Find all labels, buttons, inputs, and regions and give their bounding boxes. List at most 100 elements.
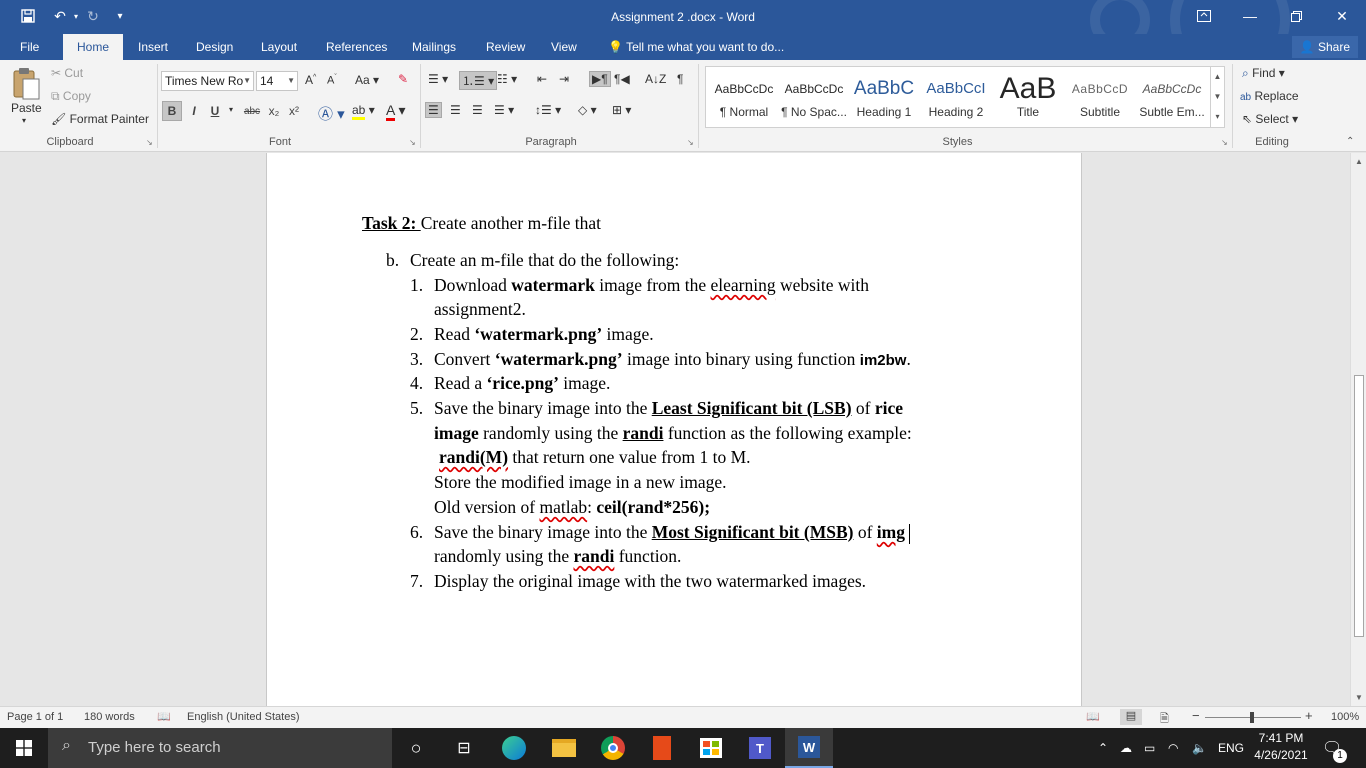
- align-right-icon[interactable]: ☰: [472, 103, 483, 117]
- page-count[interactable]: Page 1 of 1: [7, 711, 63, 723]
- office-icon[interactable]: [638, 728, 686, 768]
- language-indicator[interactable]: ENG: [1218, 728, 1244, 768]
- volume-icon[interactable]: 🔈: [1192, 728, 1207, 768]
- tell-me-box[interactable]: 💡 Tell me what you want to do...: [598, 34, 794, 60]
- clock[interactable]: 7:41 PM 4/26/2021: [1254, 731, 1308, 762]
- justify-icon[interactable]: ☰ ▾: [494, 103, 514, 117]
- subscript-button[interactable]: x₂: [265, 101, 283, 121]
- battery-icon[interactable]: ▭: [1144, 728, 1155, 768]
- store-icon[interactable]: [687, 728, 735, 768]
- chrome-icon[interactable]: [589, 728, 637, 768]
- bullets-icon[interactable]: ☰ ▾: [428, 72, 448, 86]
- share-button[interactable]: 👤 Share: [1291, 36, 1358, 58]
- print-layout-icon[interactable]: ▤: [1120, 709, 1142, 725]
- font-size-combo[interactable]: 14 ▼: [256, 71, 298, 91]
- numbering-icon[interactable]: ⒈☰ ▾: [459, 71, 498, 90]
- scroll-thumb[interactable]: [1354, 375, 1364, 637]
- proofing-icon[interactable]: 📖: [157, 710, 171, 723]
- align-left-icon[interactable]: ☰: [425, 102, 442, 118]
- task-view-icon[interactable]: ⊟: [440, 728, 488, 768]
- superscript-button[interactable]: x²: [285, 101, 303, 121]
- grow-font-icon[interactable]: A^: [305, 73, 316, 87]
- word-count[interactable]: 180 words: [84, 711, 135, 723]
- web-layout-icon[interactable]: 🗎: [1160, 710, 1169, 729]
- tab-references[interactable]: References: [316, 34, 397, 60]
- style-heading-1[interactable]: AaBbC Heading 1: [848, 67, 920, 127]
- zoom-slider-thumb[interactable]: [1250, 712, 1254, 723]
- cut-button[interactable]: ✂ Cut: [51, 66, 83, 80]
- italic-button[interactable]: I: [185, 101, 203, 121]
- paste-dropdown-icon[interactable]: ▾: [22, 116, 26, 125]
- replace-button[interactable]: ab Replace: [1240, 89, 1299, 103]
- multilevel-list-icon[interactable]: ☷ ▾: [497, 72, 517, 86]
- tab-view[interactable]: View: [541, 34, 587, 60]
- cortana-icon[interactable]: ○: [392, 728, 440, 768]
- font-launcher-icon[interactable]: ↘: [409, 138, 416, 147]
- document-page[interactable]: Task 2: Create another m-file that b. Cr…: [266, 153, 1082, 706]
- ltr-icon[interactable]: ▶¶: [589, 71, 611, 87]
- clear-formatting-icon[interactable]: ✎: [398, 72, 408, 86]
- zoom-in-icon[interactable]: +: [1305, 708, 1313, 723]
- language-status[interactable]: English (United States): [187, 711, 300, 723]
- show-hidden-icons[interactable]: ⌃: [1098, 728, 1108, 768]
- highlight-color-icon[interactable]: ab ▾: [352, 103, 375, 120]
- shading-icon[interactable]: ◇ ▾: [578, 103, 597, 117]
- word-taskbar-icon[interactable]: W: [785, 728, 833, 768]
- restore-button[interactable]: [1276, 4, 1316, 28]
- teams-icon[interactable]: T: [736, 728, 784, 768]
- style-normal[interactable]: AaBbCcDc ¶ Normal: [708, 67, 780, 127]
- style-subtle-emphasis[interactable]: AaBbCcDc Subtle Em...: [1136, 67, 1208, 127]
- style-no-spacing[interactable]: AaBbCcDc ¶ No Spac...: [778, 67, 850, 127]
- more-styles-icon[interactable]: ▾: [1211, 107, 1224, 127]
- show-marks-icon[interactable]: ¶: [677, 72, 683, 86]
- read-mode-icon[interactable]: 📖: [1086, 710, 1100, 723]
- font-family-combo[interactable]: Times New Ro ▼: [161, 71, 254, 91]
- paragraph-launcher-icon[interactable]: ↘: [687, 138, 694, 147]
- underline-dropdown-icon[interactable]: ▾: [229, 105, 233, 114]
- chevron-down-icon[interactable]: ▼: [1211, 87, 1224, 107]
- borders-icon[interactable]: ⊞ ▾: [612, 103, 631, 117]
- style-title[interactable]: AaB Title: [992, 67, 1064, 127]
- collapse-ribbon-icon[interactable]: ⌃: [1346, 136, 1354, 147]
- bold-button[interactable]: B: [162, 101, 182, 121]
- paste-button[interactable]: Paste: [11, 101, 42, 115]
- style-heading-2[interactable]: AaBbCcI Heading 2: [920, 67, 992, 127]
- close-button[interactable]: ✕: [1322, 4, 1362, 28]
- text-effects-icon[interactable]: Ⓐ ▾: [318, 103, 345, 124]
- format-painter-button[interactable]: 🖌 Format Painter: [51, 112, 149, 126]
- decrease-indent-icon[interactable]: ⇤: [537, 72, 547, 86]
- zoom-level[interactable]: 100%: [1331, 711, 1359, 723]
- tab-design[interactable]: Design: [186, 34, 243, 60]
- line-spacing-icon[interactable]: ↕☰ ▾: [535, 103, 561, 117]
- find-button[interactable]: ⌕ Find ▾: [1242, 66, 1285, 81]
- tab-insert[interactable]: Insert: [128, 34, 178, 60]
- chevron-up-icon[interactable]: ▲: [1211, 67, 1224, 87]
- vertical-scrollbar[interactable]: ▲ ▼: [1350, 153, 1366, 706]
- font-color-icon[interactable]: A ▾: [386, 102, 406, 121]
- paste-icon[interactable]: [10, 66, 42, 102]
- rtl-icon[interactable]: ¶◀: [614, 72, 630, 86]
- shrink-font-icon[interactable]: Aˇ: [327, 74, 337, 87]
- select-button[interactable]: ⇖ Select ▾: [1242, 112, 1298, 126]
- edge-icon[interactable]: [490, 728, 538, 768]
- styles-launcher-icon[interactable]: ↘: [1221, 138, 1228, 147]
- windows-start-icon[interactable]: [0, 728, 48, 768]
- align-center-icon[interactable]: ☰: [450, 103, 461, 117]
- zoom-out-icon[interactable]: −: [1192, 708, 1200, 723]
- styles-scroll[interactable]: ▲ ▼ ▾: [1210, 67, 1224, 127]
- style-subtitle[interactable]: AaBbCcD Subtitle: [1064, 67, 1136, 127]
- sort-icon[interactable]: A↓Z: [645, 72, 666, 86]
- tab-review[interactable]: Review: [476, 34, 535, 60]
- change-case-button[interactable]: Aa ▾: [355, 73, 379, 87]
- clipboard-launcher-icon[interactable]: ↘: [146, 138, 153, 147]
- scroll-up-icon[interactable]: ▲: [1351, 154, 1366, 168]
- copy-button[interactable]: ⧉ Copy: [51, 89, 91, 104]
- minimize-button[interactable]: —: [1230, 4, 1270, 28]
- increase-indent-icon[interactable]: ⇥: [559, 72, 569, 86]
- tab-file[interactable]: File: [10, 34, 49, 60]
- wifi-icon[interactable]: ◠: [1168, 728, 1178, 768]
- onedrive-warning-icon[interactable]: ☁: [1120, 728, 1132, 768]
- strikethrough-button[interactable]: abc: [240, 101, 264, 121]
- taskbar-search-box[interactable]: ⌕ Type here to search: [48, 728, 392, 768]
- ribbon-display-options-icon[interactable]: [1184, 4, 1224, 28]
